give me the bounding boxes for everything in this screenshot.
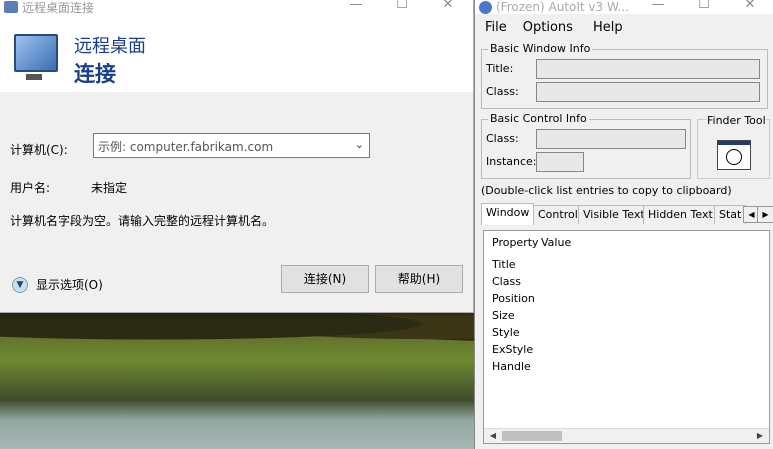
autoit-window: (Frozen) AutoIt v3 W... — ☐ ✕ File Optio… xyxy=(474,0,773,449)
basic-window-info-group: Basic Window Info Title: Class: xyxy=(481,42,768,109)
info-tabs: Window Control Visible Text Hidden Text … xyxy=(481,203,773,225)
list-item[interactable]: Position xyxy=(492,292,535,305)
autoit-titlebar[interactable]: (Frozen) AutoIt v3 W... — ☐ ✕ xyxy=(475,0,773,14)
list-item[interactable]: Style xyxy=(492,326,520,339)
list-item[interactable]: Title xyxy=(492,258,516,271)
tab-window[interactable]: Window xyxy=(481,203,535,225)
autoit-maximize-button[interactable]: ☐ xyxy=(681,0,727,15)
menu-file[interactable]: File xyxy=(485,18,507,38)
list-item[interactable]: Size xyxy=(492,309,515,322)
title-label: Title: xyxy=(486,62,514,75)
computer-combobox[interactable]: 示例: computer.fabrikam.com ⌄ xyxy=(93,133,370,158)
tab-visible-text[interactable]: Visible Text xyxy=(578,205,650,224)
scroll-left-icon[interactable]: ◀ xyxy=(486,429,500,443)
listview-header: Property Value xyxy=(484,231,769,253)
horizontal-scrollbar[interactable]: ◀ ▶ xyxy=(484,428,769,443)
show-options-toggle[interactable]: ▼ 显示选项(O) xyxy=(12,276,103,293)
computer-label: 计算机(C): xyxy=(10,143,68,157)
list-item[interactable]: ExStyle xyxy=(492,343,533,356)
show-options-label[interactable]: 显示选项(O) xyxy=(36,276,103,293)
connect-button[interactable]: 连接(N) xyxy=(281,265,369,293)
control-class-field[interactable] xyxy=(536,129,686,149)
username-label: 用户名: xyxy=(10,181,51,195)
class-label: Class: xyxy=(486,85,519,98)
scroll-thumb[interactable] xyxy=(502,431,562,441)
tab-stat[interactable]: Stat xyxy=(714,205,747,224)
rdp-window: 远程桌面连接 — ☐ ✕ 远程桌面 连接 计算机(C): 示例: compute… xyxy=(0,0,474,313)
list-item[interactable]: Handle xyxy=(492,360,531,373)
computer-placeholder: 示例: computer.fabrikam.com xyxy=(98,140,274,154)
finder-tool-label: Finder Tool xyxy=(707,114,766,127)
control-class-label: Class: xyxy=(486,132,519,145)
column-value[interactable]: Value xyxy=(541,236,571,249)
menu-help[interactable]: Help xyxy=(593,18,623,38)
help-button[interactable]: 帮助(H) xyxy=(375,265,463,293)
tab-scroll-right-icon[interactable]: ▶ xyxy=(757,206,773,223)
window-class-field[interactable] xyxy=(536,82,760,102)
banner-title-line2: 连接 xyxy=(74,62,116,86)
finder-tool-group: Finder Tool xyxy=(697,114,770,179)
rdp-app-icon xyxy=(4,1,18,13)
property-listview[interactable]: Property Value Title Class Position Size… xyxy=(483,230,770,444)
window-title-field[interactable] xyxy=(536,59,760,79)
remote-desktop-monitor-icon xyxy=(14,34,58,80)
instance-label: Instance: xyxy=(486,155,537,168)
tab-control[interactable]: Control xyxy=(533,205,583,224)
validation-message: 计算机名字段为空。请输入完整的远程计算机名。 xyxy=(10,214,275,228)
autoit-menubar: File Options Help xyxy=(475,18,773,38)
basic-window-info-title: Basic Window Info xyxy=(488,42,593,55)
clipboard-hint: (Double-click list entries to copy to cl… xyxy=(481,184,732,197)
chevron-down-icon[interactable]: ⌄ xyxy=(355,138,364,151)
username-value: 未指定 xyxy=(91,181,128,195)
minimize-button[interactable]: — xyxy=(333,0,379,15)
autoit-minimize-button[interactable]: — xyxy=(635,0,681,15)
scroll-right-icon[interactable]: ▶ xyxy=(753,429,767,443)
crosshair-finder-icon[interactable] xyxy=(717,140,751,170)
expand-chevron-icon[interactable]: ▼ xyxy=(12,276,28,293)
list-item[interactable]: Class xyxy=(492,275,521,288)
instance-field[interactable] xyxy=(536,152,584,172)
autoit-app-icon xyxy=(479,0,492,14)
autoit-close-button[interactable]: ✕ xyxy=(727,0,773,15)
close-button[interactable]: ✕ xyxy=(425,0,471,15)
basic-control-info-group: Basic Control Info Class: Instance: xyxy=(481,112,691,179)
basic-control-info-title: Basic Control Info xyxy=(488,112,589,125)
column-property[interactable]: Property xyxy=(492,236,539,249)
rdp-titlebar[interactable]: 远程桌面连接 — ☐ ✕ xyxy=(0,0,473,15)
tab-hidden-text[interactable]: Hidden Text xyxy=(643,205,718,224)
banner-title-line1: 远程桌面 xyxy=(74,36,146,57)
autoit-window-title: (Frozen) AutoIt v3 W... xyxy=(496,0,629,14)
maximize-button[interactable]: ☐ xyxy=(379,0,425,15)
rdp-banner: 远程桌面 连接 xyxy=(0,14,473,92)
menu-options[interactable]: Options xyxy=(523,18,573,38)
